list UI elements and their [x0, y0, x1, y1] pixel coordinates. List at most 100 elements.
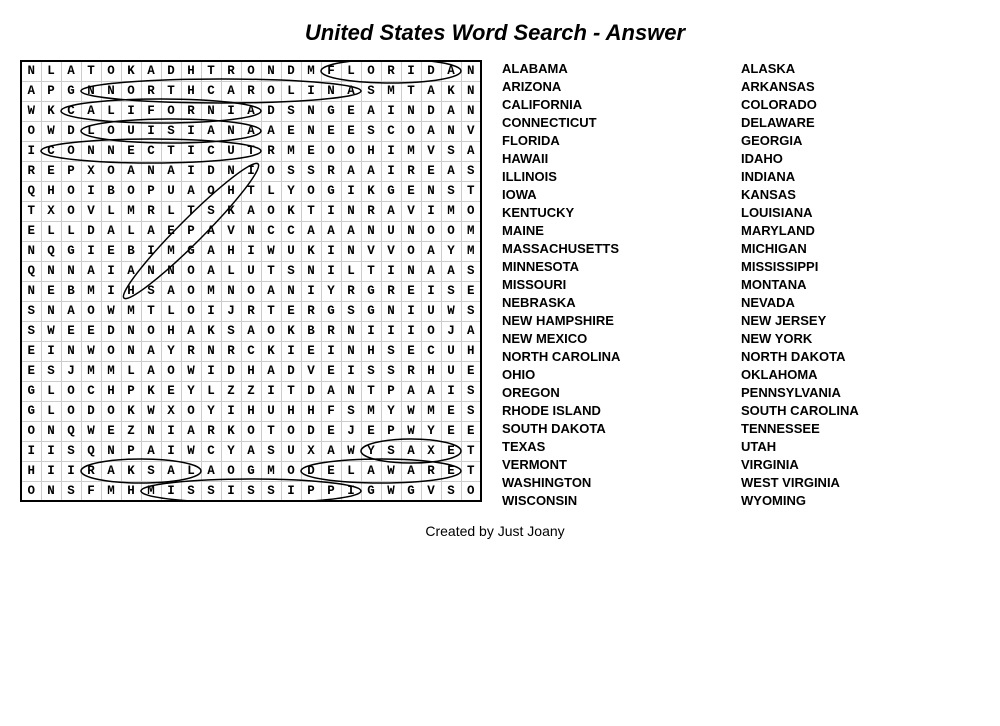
grid-cell: S: [281, 161, 301, 181]
grid-cell: S: [61, 441, 81, 461]
grid-cell: A: [361, 161, 381, 181]
grid-wrapper: NLATOKADHTRONDMFLORIDANAPGNNORTHCAROLINA…: [20, 60, 482, 502]
grid-cell: G: [361, 281, 381, 301]
grid-cell: N: [201, 341, 221, 361]
grid-cell: S: [161, 121, 181, 141]
grid-cell: M: [121, 301, 141, 321]
word-item: OREGON: [502, 384, 731, 401]
word-item: MINNESOTA: [502, 258, 731, 275]
grid-cell: I: [181, 141, 201, 161]
grid-cell: I: [381, 261, 401, 281]
grid-cell: E: [321, 121, 341, 141]
grid-cell: O: [341, 141, 361, 161]
grid-cell: B: [61, 281, 81, 301]
word-list: ALABAMAALASKAARIZONAARKANSASCALIFORNIACO…: [492, 60, 970, 509]
grid-cell: A: [61, 301, 81, 321]
grid-cell: S: [181, 481, 201, 501]
grid-cell: M: [361, 401, 381, 421]
grid-cell: A: [441, 261, 461, 281]
grid-cell: I: [401, 61, 421, 81]
grid-cell: F: [321, 401, 341, 421]
grid-cell: S: [261, 481, 281, 501]
grid-cell: O: [261, 161, 281, 181]
word-item: PENNSYLVANIA: [741, 384, 970, 401]
grid-cell: G: [61, 241, 81, 261]
grid-cell: I: [281, 481, 301, 501]
grid-cell: A: [141, 441, 161, 461]
grid-cell: S: [41, 361, 61, 381]
grid-cell: N: [41, 481, 61, 501]
grid-cell: A: [201, 461, 221, 481]
grid-cell: V: [361, 241, 381, 261]
grid-cell: H: [301, 401, 321, 421]
grid-cell: L: [261, 181, 281, 201]
grid-cell: D: [61, 121, 81, 141]
grid-cell: I: [341, 481, 361, 501]
word-item: MICHIGAN: [741, 240, 970, 257]
grid-cell: S: [461, 161, 481, 181]
grid-cell: L: [121, 221, 141, 241]
grid-cell: N: [461, 61, 481, 81]
grid-cell: C: [241, 341, 261, 361]
grid-cell: A: [241, 321, 261, 341]
grid-cell: O: [21, 121, 41, 141]
grid-cell: E: [421, 161, 441, 181]
grid-cell: K: [361, 181, 381, 201]
grid-cell: D: [101, 321, 121, 341]
grid-cell: G: [61, 81, 81, 101]
grid-cell: A: [241, 101, 261, 121]
word-item: CONNECTICUT: [502, 114, 731, 131]
grid-cell: I: [201, 301, 221, 321]
grid-cell: N: [141, 261, 161, 281]
grid-cell: Q: [21, 261, 41, 281]
grid-cell: O: [421, 221, 441, 241]
grid-cell: W: [81, 341, 101, 361]
word-item: IOWA: [502, 186, 731, 203]
grid-cell: O: [181, 301, 201, 321]
grid-cell: I: [441, 381, 461, 401]
grid-cell: A: [341, 221, 361, 241]
grid-cell: Y: [321, 281, 341, 301]
grid-cell: T: [301, 201, 321, 221]
grid-cell: G: [21, 381, 41, 401]
grid-cell: L: [181, 461, 201, 481]
grid-cell: L: [201, 381, 221, 401]
grid-cell: O: [221, 461, 241, 481]
grid-cell: S: [141, 281, 161, 301]
grid-cell: N: [41, 301, 61, 321]
word-item: NEW MEXICO: [502, 330, 731, 347]
grid-cell: N: [401, 221, 421, 241]
grid-cell: O: [241, 421, 261, 441]
grid-cell: S: [21, 301, 41, 321]
grid-cell: G: [181, 241, 201, 261]
grid-cell: U: [441, 341, 461, 361]
grid-cell: W: [141, 401, 161, 421]
grid-cell: M: [381, 81, 401, 101]
grid-cell: L: [341, 61, 361, 81]
grid-cell: A: [441, 161, 461, 181]
grid-cell: M: [461, 241, 481, 261]
grid-cell: A: [141, 361, 161, 381]
word-search-grid: NLATOKADHTRONDMFLORIDANAPGNNORTHCAROLINA…: [20, 60, 482, 502]
grid-cell: Q: [61, 421, 81, 441]
grid-cell: Y: [281, 181, 301, 201]
grid-cell: E: [441, 441, 461, 461]
grid-cell: M: [121, 201, 141, 221]
grid-cell: Y: [421, 421, 441, 441]
grid-cell: W: [41, 121, 61, 141]
grid-cell: U: [161, 181, 181, 201]
grid-cell: W: [101, 301, 121, 321]
grid-cell: O: [241, 61, 261, 81]
grid-cell: T: [141, 301, 161, 321]
grid-cell: Z: [221, 381, 241, 401]
grid-cell: O: [61, 381, 81, 401]
grid-cell: D: [421, 61, 441, 81]
grid-cell: N: [401, 261, 421, 281]
grid-cell: S: [441, 181, 461, 201]
grid-cell: E: [461, 281, 481, 301]
grid-cell: T: [261, 301, 281, 321]
grid-cell: T: [181, 201, 201, 221]
grid-cell: V: [381, 241, 401, 261]
grid-cell: H: [121, 481, 141, 501]
grid-cell: I: [41, 461, 61, 481]
